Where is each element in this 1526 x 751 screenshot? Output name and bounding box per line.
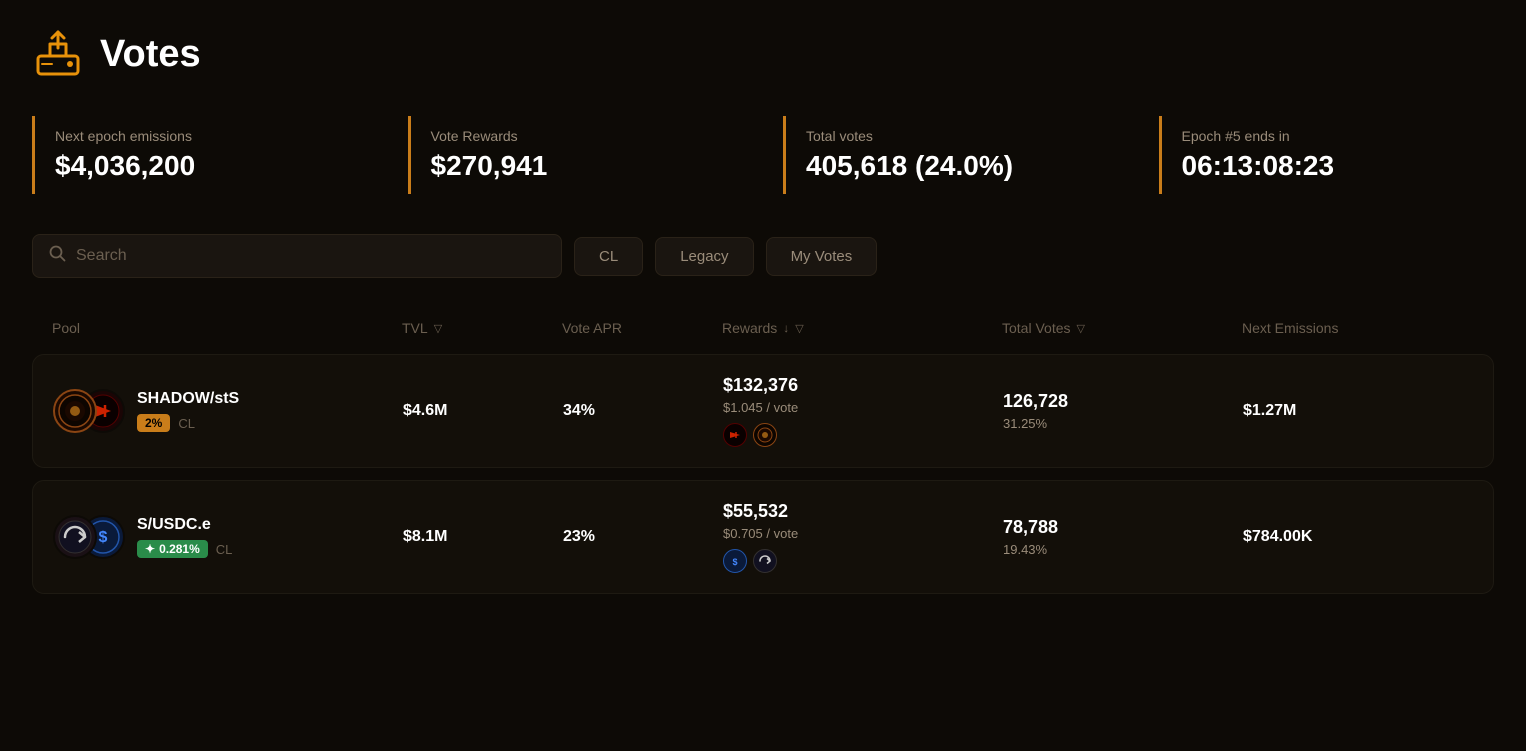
vote-apr-shadow: 34% <box>563 402 723 420</box>
stat-epoch-ends: Epoch #5 ends in 06:13:08:23 <box>1159 116 1495 194</box>
search-input[interactable] <box>76 247 545 265</box>
rewards-susdc: $55,532 $0.705 / vote $ <box>723 501 1003 573</box>
tvl-filter-icon[interactable]: ▽ <box>434 322 442 335</box>
rewards-filter-icon[interactable]: ▽ <box>795 322 803 335</box>
pool-badges-susdc: ✦ 0.281% CL <box>137 540 232 558</box>
votes-main-susdc: 78,788 <box>1003 517 1243 538</box>
pool-info-susdc: S/USDC.e ✦ 0.281% CL <box>137 516 232 558</box>
svg-text:$: $ <box>99 529 108 546</box>
stat-label-3: Epoch #5 ends in <box>1182 128 1463 144</box>
rewards-sub-susdc: $0.705 / vote <box>723 526 1003 541</box>
reward-token-usdc-icon: $ <box>723 549 747 573</box>
token-icons-shadow <box>53 389 125 433</box>
shadow-token-icon <box>53 389 97 433</box>
rewards-shadow: $132,376 $1.045 / vote <box>723 375 1003 447</box>
filter-cl-button[interactable]: CL <box>574 237 643 276</box>
pool-cell-susdc: $ S/USDC.e ✦ 0.281% CL <box>53 515 403 559</box>
stat-value-3: 06:13:08:23 <box>1182 150 1463 182</box>
col-header-next-emissions: Next Emissions <box>1242 320 1442 336</box>
tvl-shadow: $4.6M <box>403 402 563 420</box>
rewards-sort-icon[interactable]: ↓ <box>783 321 789 335</box>
pool-badges-shadow: 2% CL <box>137 414 239 432</box>
rewards-sub-shadow: $1.045 / vote <box>723 400 1003 415</box>
badge-type-susdc: CL <box>216 542 233 557</box>
rewards-tokens-shadow <box>723 423 1003 447</box>
votes-main-shadow: 126,728 <box>1003 391 1243 412</box>
rewards-tokens-susdc: $ <box>723 549 1003 573</box>
rewards-main-susdc: $55,532 <box>723 501 1003 522</box>
stat-value-1: $270,941 <box>431 150 712 182</box>
rewards-main-shadow: $132,376 <box>723 375 1003 396</box>
col-header-vote-apr: Vote APR <box>562 320 722 336</box>
next-emissions-shadow: $1.27M <box>1243 402 1443 420</box>
col-header-rewards: Rewards ↓ ▽ <box>722 320 1002 336</box>
votes-pct-shadow: 31.25% <box>1003 416 1243 431</box>
badge-fee-shadow: 2% <box>137 414 170 432</box>
table-row: SHADOW/stS 2% CL $4.6M 34% $132,376 $1.0… <box>32 354 1494 468</box>
filter-my-votes-button[interactable]: My Votes <box>766 237 878 276</box>
badge-fee-susdc: ✦ 0.281% <box>137 540 208 558</box>
s-token-icon <box>53 515 97 559</box>
tvl-susdc: $8.1M <box>403 528 563 546</box>
stat-next-epoch-emissions: Next epoch emissions $4,036,200 <box>32 116 368 194</box>
search-container <box>32 234 562 278</box>
page-container: Votes Next epoch emissions $4,036,200 Vo… <box>0 0 1526 634</box>
votes-pct-susdc: 19.43% <box>1003 542 1243 557</box>
svg-text:$: $ <box>732 557 737 567</box>
stats-row: Next epoch emissions $4,036,200 Vote Rew… <box>32 116 1494 194</box>
page-title: Votes <box>100 33 201 76</box>
stat-label-2: Total votes <box>806 128 1087 144</box>
stat-vote-rewards: Vote Rewards $270,941 <box>408 116 744 194</box>
table-container: Pool TVL ▽ Vote APR Rewards ↓ ▽ Total Vo… <box>32 310 1494 594</box>
col-header-tvl: TVL ▽ <box>402 320 562 336</box>
search-icon <box>49 245 66 267</box>
stat-value-2: 405,618 (24.0%) <box>806 150 1087 182</box>
table-row: $ S/USDC.e ✦ 0.281% CL $8.1M <box>32 480 1494 594</box>
page-header: Votes <box>32 28 1494 80</box>
token-icons-susdc: $ <box>53 515 125 559</box>
filter-legacy-button[interactable]: Legacy <box>655 237 753 276</box>
stat-value-0: $4,036,200 <box>55 150 336 182</box>
pool-cell-shadow: SHADOW/stS 2% CL <box>53 389 403 433</box>
votes-susdc: 78,788 19.43% <box>1003 517 1243 557</box>
badge-type-shadow: CL <box>178 416 195 431</box>
votes-shadow: 126,728 31.25% <box>1003 391 1243 431</box>
col-header-pool: Pool <box>52 320 402 336</box>
vote-apr-susdc: 23% <box>563 528 723 546</box>
reward-token-shadow-1 <box>723 423 747 447</box>
reward-token-s-icon <box>753 549 777 573</box>
filter-row: CL Legacy My Votes <box>32 234 1494 278</box>
next-emissions-susdc: $784.00K <box>1243 528 1443 546</box>
votes-icon <box>32 28 84 80</box>
pool-name-susdc: S/USDC.e <box>137 516 232 534</box>
pool-info-shadow: SHADOW/stS 2% CL <box>137 390 239 432</box>
stat-label-1: Vote Rewards <box>431 128 712 144</box>
stat-label-0: Next epoch emissions <box>55 128 336 144</box>
stat-total-votes: Total votes 405,618 (24.0%) <box>783 116 1119 194</box>
pool-name-shadow: SHADOW/stS <box>137 390 239 408</box>
reward-token-shadow-2 <box>753 423 777 447</box>
table-header: Pool TVL ▽ Vote APR Rewards ↓ ▽ Total Vo… <box>32 310 1494 346</box>
col-header-total-votes: Total Votes ▽ <box>1002 320 1242 336</box>
total-votes-filter-icon[interactable]: ▽ <box>1077 322 1085 335</box>
